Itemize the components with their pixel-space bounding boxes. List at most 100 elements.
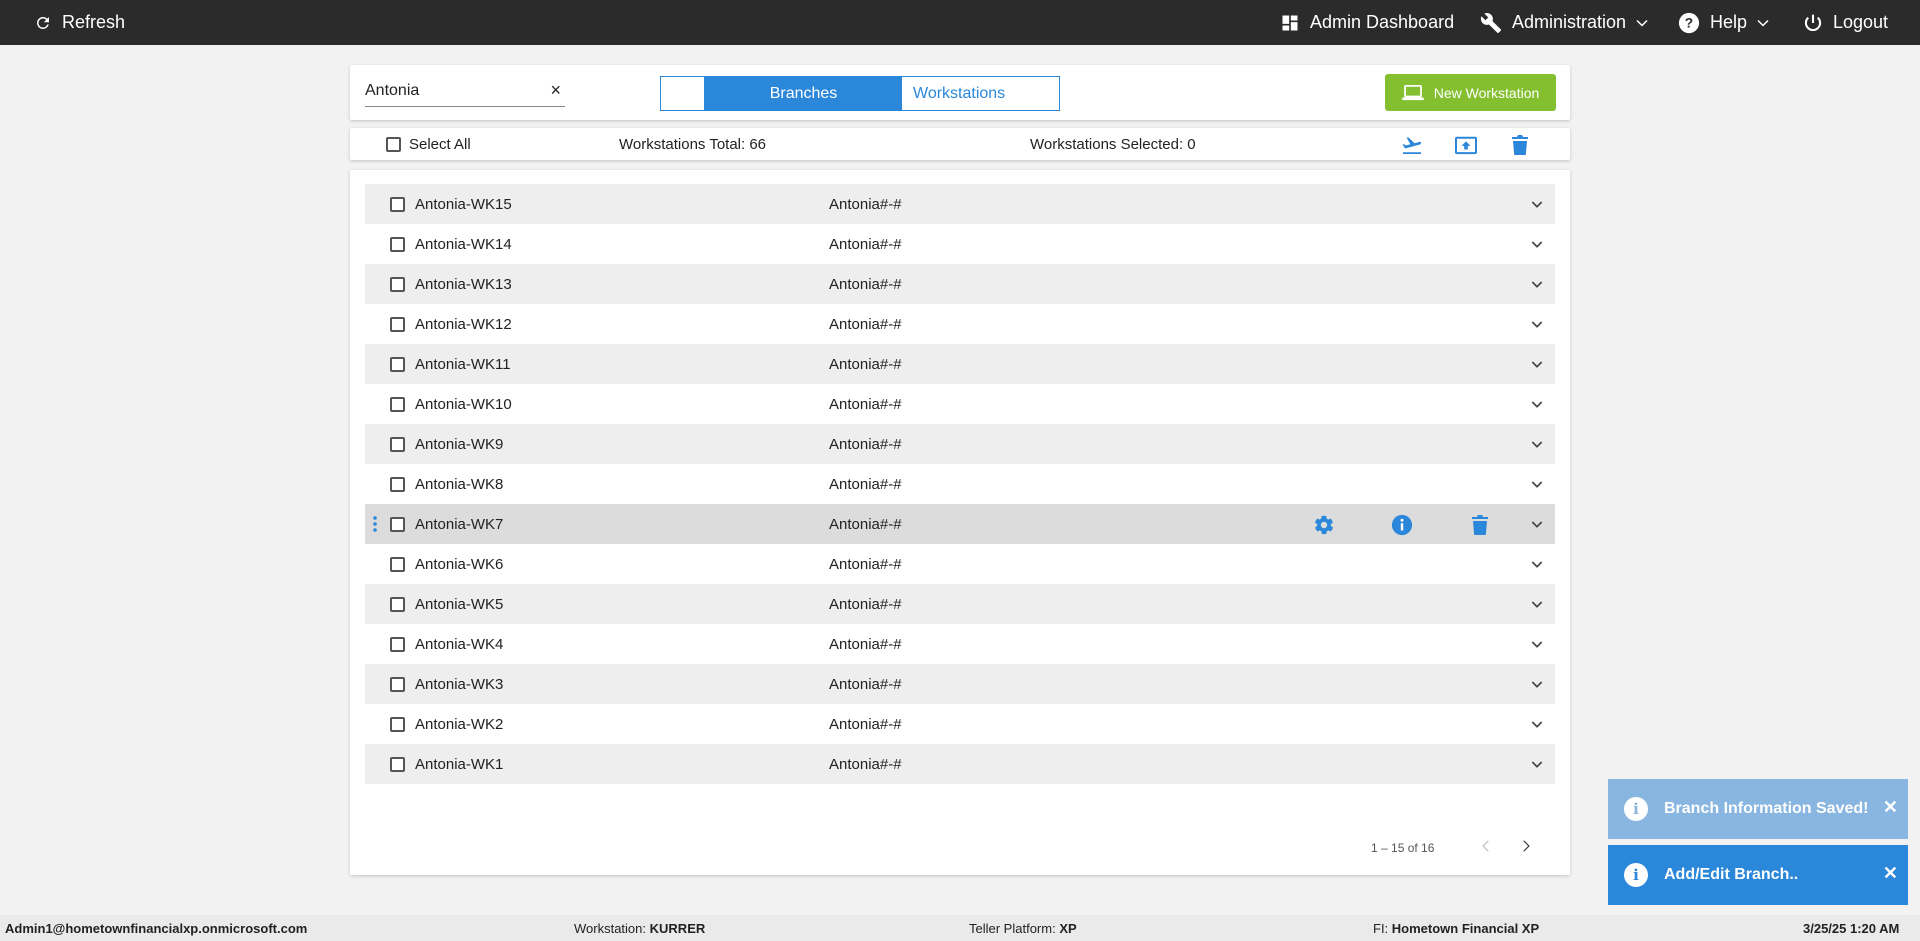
row-checkbox[interactable]: [390, 716, 405, 732]
table-row[interactable]: Antonia-WK10 Antonia#-#: [365, 384, 1555, 424]
search-toolbar: × Branches Workstations New Workstation: [350, 65, 1570, 120]
row-checkbox[interactable]: [390, 516, 405, 532]
expand-chevron-icon[interactable]: [1529, 236, 1545, 252]
next-page-button[interactable]: [1514, 834, 1538, 858]
departure-icon[interactable]: [1400, 134, 1424, 156]
info-icon: i: [1624, 797, 1648, 821]
footer-workstation-label: Workstation:: [574, 921, 647, 936]
workstation-name: Antonia-WK9: [415, 435, 504, 453]
row-checkbox[interactable]: [390, 596, 405, 612]
footer-fi-label: FI:: [1373, 921, 1389, 936]
expand-chevron-icon[interactable]: [1529, 556, 1545, 572]
upload-icon[interactable]: [1454, 134, 1478, 156]
expand-chevron-icon[interactable]: [1529, 636, 1545, 652]
table-row[interactable]: Antonia-WK7 Antonia#-#: [365, 504, 1555, 544]
power-icon: [1804, 14, 1822, 31]
clear-search-icon[interactable]: ×: [550, 80, 561, 101]
table-row[interactable]: Antonia-WK3 Antonia#-#: [365, 664, 1555, 704]
help-icon: ?: [1678, 12, 1700, 33]
workstation-name: Antonia-WK13: [415, 275, 512, 293]
expand-chevron-icon[interactable]: [1529, 276, 1545, 292]
expand-chevron-icon[interactable]: [1529, 356, 1545, 372]
row-checkbox[interactable]: [390, 676, 405, 692]
workstations-selected: Workstations Selected: 0: [1030, 135, 1196, 153]
select-all-checkbox[interactable]: [386, 136, 401, 152]
expand-chevron-icon[interactable]: [1529, 756, 1545, 772]
search-input[interactable]: [365, 77, 535, 105]
table-row[interactable]: Antonia-WK9 Antonia#-#: [365, 424, 1555, 464]
row-checkbox[interactable]: [390, 196, 405, 212]
expand-chevron-icon[interactable]: [1529, 396, 1545, 412]
workstation-name: Antonia-WK15: [415, 195, 512, 213]
expand-chevron-icon[interactable]: [1529, 436, 1545, 452]
table-row[interactable]: Antonia-WK5 Antonia#-#: [365, 584, 1555, 624]
table-row[interactable]: Antonia-WK15 Antonia#-#: [365, 184, 1555, 224]
status-footer: Admin1@hometownfinancialxp.onmicrosoft.c…: [0, 915, 1920, 941]
branch-name: Antonia#-#: [829, 755, 902, 773]
prev-page-button[interactable]: [1474, 834, 1498, 858]
row-checkbox[interactable]: [390, 276, 405, 292]
workstation-name: Antonia-WK14: [415, 235, 512, 253]
close-icon[interactable]: ✕: [1883, 863, 1898, 884]
table-row[interactable]: Antonia-WK12 Antonia#-#: [365, 304, 1555, 344]
row-checkbox[interactable]: [390, 476, 405, 492]
close-icon[interactable]: ✕: [1883, 797, 1898, 818]
tab-workstations[interactable]: Workstations: [902, 77, 1059, 110]
table-row[interactable]: Antonia-WK2 Antonia#-#: [365, 704, 1555, 744]
row-checkbox[interactable]: [390, 556, 405, 572]
chevron-right-icon: [1523, 840, 1530, 852]
table-row[interactable]: Antonia-WK13 Antonia#-#: [365, 264, 1555, 304]
row-checkbox[interactable]: [390, 236, 405, 252]
logout-button[interactable]: Logout: [1803, 0, 1888, 45]
expand-chevron-icon[interactable]: [1529, 516, 1545, 532]
expand-chevron-icon[interactable]: [1529, 316, 1545, 332]
workstation-name: Antonia-WK2: [415, 715, 504, 733]
delete-icon[interactable]: [1469, 514, 1491, 536]
row-checkbox[interactable]: [390, 436, 405, 452]
select-all-label: Select All: [409, 135, 471, 153]
table-row[interactable]: Antonia-WK14 Antonia#-#: [365, 224, 1555, 264]
chevron-down-icon: [1636, 19, 1648, 27]
table-row[interactable]: Antonia-WK8 Antonia#-#: [365, 464, 1555, 504]
expand-chevron-icon[interactable]: [1529, 196, 1545, 212]
workstation-name: Antonia-WK12: [415, 315, 512, 333]
expand-chevron-icon[interactable]: [1529, 716, 1545, 732]
expand-chevron-icon[interactable]: [1529, 596, 1545, 612]
admin-dashboard-link[interactable]: Admin Dashboard: [1280, 0, 1454, 45]
workstation-name: Antonia-WK6: [415, 555, 504, 573]
laptop-icon: [1402, 84, 1424, 100]
chevron-down-icon: [1757, 19, 1769, 27]
row-checkbox[interactable]: [390, 316, 405, 332]
branch-name: Antonia#-#: [829, 555, 902, 573]
top-navigation-bar: Refresh Admin Dashboard Administration ?…: [0, 0, 1920, 45]
table-row[interactable]: Antonia-WK4 Antonia#-#: [365, 624, 1555, 664]
row-checkbox[interactable]: [390, 356, 405, 372]
tab-branches[interactable]: Branches: [705, 77, 902, 110]
administration-menu[interactable]: Administration: [1480, 0, 1648, 45]
svg-text:?: ?: [1685, 15, 1693, 30]
table-row[interactable]: Antonia-WK11 Antonia#-#: [365, 344, 1555, 384]
footer-workstation-value: KURRER: [649, 921, 706, 936]
refresh-button[interactable]: Refresh: [34, 0, 125, 45]
branch-name: Antonia#-#: [829, 635, 902, 653]
delete-selected-icon[interactable]: [1508, 134, 1532, 156]
table-row[interactable]: Antonia-WK1 Antonia#-#: [365, 744, 1555, 784]
table-row[interactable]: Antonia-WK6 Antonia#-#: [365, 544, 1555, 584]
info-icon[interactable]: [1391, 514, 1413, 536]
workstation-name: Antonia-WK8: [415, 475, 504, 493]
help-menu[interactable]: ? Help: [1678, 0, 1769, 45]
settings-icon[interactable]: [1313, 514, 1335, 536]
wrench-icon: [1480, 12, 1502, 33]
new-workstation-button[interactable]: New Workstation: [1385, 74, 1556, 111]
branch-name: Antonia#-#: [829, 475, 902, 493]
select-all[interactable]: Select All: [386, 128, 471, 160]
footer-platform-label: Teller Platform:: [969, 921, 1056, 936]
drag-handle-icon[interactable]: [373, 516, 377, 532]
expand-chevron-icon[interactable]: [1529, 676, 1545, 692]
row-checkbox[interactable]: [390, 396, 405, 412]
row-checkbox[interactable]: [390, 756, 405, 772]
expand-chevron-icon[interactable]: [1529, 476, 1545, 492]
branch-name: Antonia#-#: [829, 515, 902, 533]
info-icon: i: [1624, 863, 1648, 887]
row-checkbox[interactable]: [390, 636, 405, 652]
